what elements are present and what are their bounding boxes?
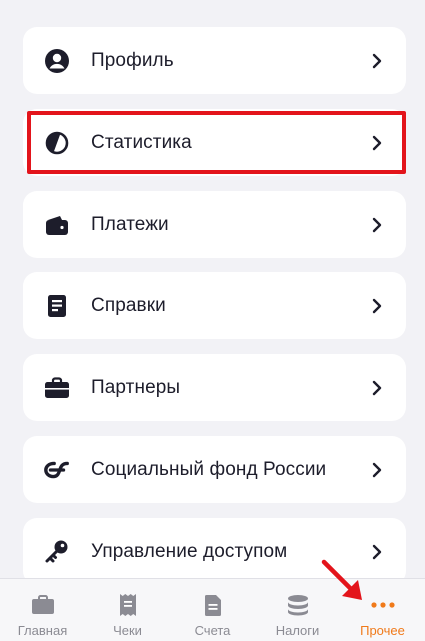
more-screen: Профиль Статистика Платежи Справки Партн… [0,0,425,641]
tab-label: Прочее [360,623,405,638]
menu-item-label: Статистика [91,131,192,153]
tab-label: Чеки [113,623,142,638]
menu-item-label: Платежи [91,213,169,235]
arrow-annotation [321,559,362,600]
menu-item-label: Партнеры [91,376,181,398]
chevron-right-icon [370,134,384,152]
menu-item-social-fund[interactable]: Социальный фонд России [23,436,406,503]
chevron-right-icon [370,297,384,315]
tab-label: Налоги [275,623,320,638]
menu-item-statistics[interactable]: Статистика [23,109,406,176]
wallet-icon [43,211,71,239]
pie-chart-icon [43,129,71,157]
chevron-right-icon [370,379,384,397]
menu-item-certificates[interactable]: Справки [23,272,406,339]
key-icon [43,538,71,566]
social-fund-icon [43,456,71,484]
coins-icon [285,593,311,617]
chevron-right-icon [370,461,384,479]
briefcase-icon [43,374,71,402]
chevron-right-icon [370,216,384,234]
menu-item-label: Управление доступом [91,540,288,562]
profile-icon [43,47,71,75]
menu-item-payments[interactable]: Платежи [23,191,406,258]
more-dots-icon [370,593,396,617]
receipt-icon [115,593,141,617]
document-icon [200,593,226,617]
briefcase-icon [30,593,56,617]
chevron-right-icon [370,543,384,561]
menu-item-label: Профиль [91,49,174,71]
menu-item-label: Справки [91,294,166,316]
document-icon [43,292,71,320]
menu-item-partners[interactable]: Партнеры [23,354,406,421]
menu-item-profile[interactable]: Профиль [23,27,406,94]
tab-label: Счета [194,623,231,638]
menu-item-label: Социальный фонд России [91,458,327,480]
chevron-right-icon [370,52,384,70]
tab-label: Главная [17,623,68,638]
tab-invoices[interactable]: Счета [170,579,255,641]
tab-main[interactable]: Главная [0,579,85,641]
tab-receipts[interactable]: Чеки [85,579,170,641]
